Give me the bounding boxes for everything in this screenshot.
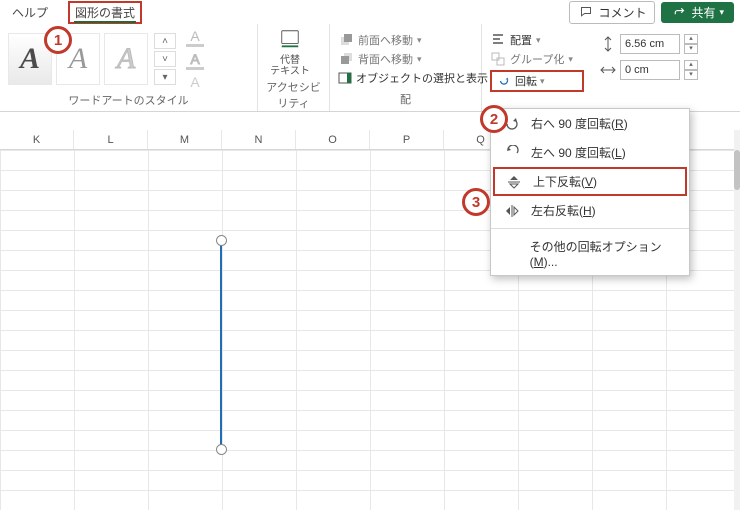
col-header[interactable]: N bbox=[222, 130, 296, 149]
rotate-dropdown-menu: 右へ 90 度回転(R) 左へ 90 度回転(L) 上下反転(V) 左右反転(H… bbox=[490, 108, 690, 276]
wordart-down-button[interactable]: ˅ bbox=[154, 51, 176, 67]
send-backward-icon bbox=[338, 51, 354, 67]
col-header[interactable]: P bbox=[370, 130, 444, 149]
comment-label: コメント bbox=[598, 4, 646, 21]
send-backward-button[interactable]: 背面へ移動▾ bbox=[338, 51, 473, 67]
share-icon bbox=[671, 4, 687, 20]
rotate-button[interactable]: 回転▾ bbox=[490, 70, 584, 92]
align-button[interactable]: 配置▾ bbox=[490, 32, 584, 48]
selection-pane-button[interactable]: オブジェクトの選択と表示 bbox=[338, 70, 473, 86]
width-input[interactable]: 0 cm bbox=[620, 60, 680, 80]
text-outline-icon[interactable]: A bbox=[186, 51, 204, 70]
share-label: 共有 bbox=[691, 4, 715, 21]
tab-shape-format[interactable]: 図形の書式 bbox=[68, 1, 142, 24]
width-icon bbox=[600, 62, 616, 78]
col-header[interactable]: O bbox=[296, 130, 370, 149]
menu-flip-horizontal[interactable]: 左右反転(H) bbox=[491, 196, 689, 225]
group-wordart: A A A ˄ ˅ ▾ A A A ワードアートのスタイル bbox=[0, 24, 258, 111]
group-size: 6.56 cm ▴▾ 0 cm ▴▾ bbox=[592, 24, 724, 111]
comment-button[interactable]: コメント bbox=[569, 1, 655, 24]
col-header[interactable]: K bbox=[0, 130, 74, 149]
align-icon bbox=[490, 32, 506, 48]
bring-forward-icon bbox=[338, 32, 354, 48]
group-arrange-right: 配置▾ グループ化▾ 回転▾ bbox=[482, 24, 592, 111]
vertical-scrollbar[interactable] bbox=[734, 130, 740, 510]
scrollbar-thumb[interactable] bbox=[734, 150, 740, 190]
bring-forward-button[interactable]: 前面へ移動▾ bbox=[338, 32, 473, 48]
callout-1: 1 bbox=[44, 26, 72, 54]
menu-more-rotation[interactable]: その他の回転オプション(M)... bbox=[491, 232, 689, 275]
menu-separator bbox=[491, 228, 689, 229]
menu-flip-vertical[interactable]: 上下反転(V) bbox=[493, 167, 687, 196]
callout-3: 3 bbox=[462, 188, 490, 216]
accessibility-group-label: アクセシビリティ bbox=[266, 77, 321, 113]
width-spinner[interactable]: ▴▾ bbox=[684, 60, 698, 80]
rotate-left-90-icon bbox=[503, 145, 521, 161]
text-fill-icon[interactable]: A bbox=[186, 28, 204, 47]
chevron-down-icon: ▾ bbox=[719, 7, 724, 18]
height-input[interactable]: 6.56 cm bbox=[620, 34, 680, 54]
height-icon bbox=[600, 36, 616, 52]
arrange-left-group-label: 配 bbox=[338, 89, 473, 109]
selection-pane-icon bbox=[338, 70, 352, 86]
wordart-up-button[interactable]: ˄ bbox=[154, 33, 176, 49]
selected-line-shape[interactable] bbox=[220, 240, 222, 450]
alt-text-icon bbox=[279, 28, 301, 53]
rotate-icon bbox=[496, 73, 512, 89]
wordart-group-label: ワードアートのスタイル bbox=[8, 90, 249, 110]
ribbon: A A A ˄ ˅ ▾ A A A ワードアートのスタイル 代替 テキスト アク… bbox=[0, 24, 740, 112]
group-button[interactable]: グループ化▾ bbox=[490, 51, 584, 67]
col-header[interactable]: L bbox=[74, 130, 148, 149]
text-effects-icon[interactable]: A bbox=[186, 74, 204, 90]
flip-horizontal-icon bbox=[503, 203, 521, 219]
group-icon bbox=[490, 51, 506, 67]
wordart-style-3[interactable]: A bbox=[104, 33, 148, 85]
tab-bar: ヘルプ 図形の書式 コメント 共有 ▾ bbox=[0, 0, 740, 24]
comment-icon bbox=[578, 4, 594, 20]
height-spinner[interactable]: ▴▾ bbox=[684, 34, 698, 54]
menu-rotate-right[interactable]: 右へ 90 度回転(R) bbox=[491, 109, 689, 138]
menu-rotate-left[interactable]: 左へ 90 度回転(L) bbox=[491, 138, 689, 167]
flip-vertical-icon bbox=[505, 174, 523, 190]
alt-text-label: 代替 テキスト bbox=[270, 55, 310, 77]
group-accessibility: 代替 テキスト アクセシビリティ bbox=[258, 24, 330, 111]
col-header[interactable]: M bbox=[148, 130, 222, 149]
tab-help[interactable]: ヘルプ bbox=[6, 2, 54, 23]
wordart-more-button[interactable]: ▾ bbox=[154, 69, 176, 85]
alt-text-button[interactable]: 代替 テキスト bbox=[266, 28, 314, 77]
share-button[interactable]: 共有 ▾ bbox=[661, 2, 734, 23]
group-arrange-left: 前面へ移動▾ 背面へ移動▾ オブジェクトの選択と表示 配 bbox=[330, 24, 482, 111]
callout-2: 2 bbox=[480, 105, 508, 133]
